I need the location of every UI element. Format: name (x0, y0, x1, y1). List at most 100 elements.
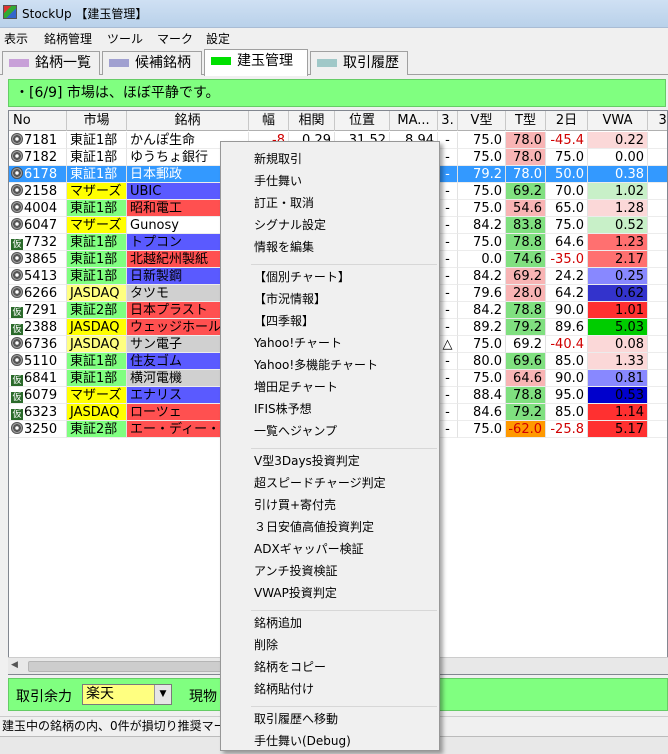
cell-no: 2158 (9, 183, 67, 200)
title-bar: StockUp 【建玉管理】 (0, 0, 668, 28)
cell-t: 78.0 (506, 166, 546, 183)
context-menu-item[interactable]: 新規取引 (254, 150, 302, 167)
col-3h[interactable]: 3H (648, 111, 667, 131)
cell-vwa: 1.14 (588, 404, 648, 421)
context-menu-item[interactable]: Yahoo!チャート (254, 334, 342, 351)
context-menu-item[interactable]: ADXギャッパー検証 (254, 540, 364, 557)
context-menu-item[interactable]: 取引履歴へ移動 (254, 710, 338, 727)
context-menu-item[interactable]: 訂正・取消 (254, 194, 314, 211)
position-icon (11, 252, 23, 264)
cell-market: JASDAQ (67, 404, 127, 421)
context-menu-item[interactable]: 超スピードチャージ判定 (254, 474, 386, 491)
cell-vwa: 1.01 (588, 302, 648, 319)
col-2day[interactable]: 2日 (546, 111, 588, 131)
cell-h3: 0 (648, 183, 667, 200)
col-market[interactable]: 市場 (67, 111, 127, 131)
context-menu-item[interactable]: V型3Days投資判定 (254, 452, 360, 469)
cell-no: 5110 (9, 353, 67, 370)
cell-d2: 85.0 (546, 404, 588, 421)
context-menu-item[interactable]: 手仕舞い(Debug) (254, 732, 351, 749)
col-soukan[interactable]: 相関 (289, 111, 335, 131)
tab-stock-list[interactable]: 銘柄一覧 (2, 51, 100, 75)
context-menu-item[interactable]: 【市況情報】 (254, 290, 326, 307)
cell-market: 東証1部 (67, 200, 127, 217)
cell-h3: 6 (648, 387, 667, 404)
context-menu-item[interactable]: 【個別チャート】 (254, 268, 350, 285)
context-menu-item[interactable]: 情報を編集 (254, 238, 314, 255)
stock-code: 5413 (24, 269, 58, 284)
tab-color-swatch (9, 59, 29, 67)
col-ma[interactable]: MA... (390, 111, 438, 131)
cell-d2: 89.6 (546, 319, 588, 336)
cell-t: 74.6 (506, 251, 546, 268)
col-haba[interactable]: 幅 (249, 111, 289, 131)
col-name[interactable]: 銘柄 (127, 111, 249, 131)
tab-candidates[interactable]: 候補銘柄 (102, 51, 202, 75)
col-vwa[interactable]: VWA (588, 111, 648, 131)
cell-t: -62.0 (506, 421, 546, 438)
app-icon (3, 5, 17, 19)
menu-view[interactable]: 表示 (4, 30, 28, 47)
context-menu-item[interactable]: ３日安値高値投資判定 (254, 518, 374, 535)
context-menu-item[interactable]: VWAP投資判定 (254, 584, 337, 601)
col-no[interactable]: No (9, 111, 67, 131)
menu-tools[interactable]: ツール (107, 30, 143, 47)
scroll-left-icon[interactable]: ◀ (11, 660, 18, 670)
cell-no: 6736 (9, 336, 67, 353)
cell-vwa: 1.02 (588, 183, 648, 200)
cell-vwa: 2.17 (588, 251, 648, 268)
window-title: StockUp 【建玉管理】 (22, 7, 148, 21)
context-menu-item[interactable]: 増田足チャート (254, 378, 338, 395)
chevron-down-icon[interactable]: ▼ (154, 685, 171, 704)
cell-three: - (438, 353, 458, 370)
scrollbar-thumb[interactable] (28, 661, 228, 672)
col-three[interactable]: 3. (438, 111, 458, 131)
context-menu-item[interactable]: Yahoo!多機能チャート (254, 356, 378, 373)
cell-v: 75.0 (458, 234, 506, 251)
tab-color-swatch (109, 59, 129, 67)
cell-market: 東証1部 (67, 268, 127, 285)
cell-d2: 85.0 (546, 353, 588, 370)
cell-h3: 1 (648, 302, 667, 319)
context-menu-item[interactable]: 一覧へジャンプ (254, 422, 337, 439)
context-menu-item[interactable]: 削除 (254, 636, 278, 653)
broker-select[interactable]: 楽天 ▼ (82, 684, 172, 705)
cell-d2: -25.8 (546, 421, 588, 438)
cell-d2: -40.4 (546, 336, 588, 353)
cell-three: - (438, 285, 458, 302)
col-v-type[interactable]: V型 (458, 111, 506, 131)
menu-settings[interactable]: 設定 (206, 30, 230, 47)
menu-mark[interactable]: マーク (157, 30, 193, 47)
stock-code: 4004 (24, 201, 58, 216)
cell-vwa: 1.28 (588, 200, 648, 217)
context-menu-item[interactable]: 引け買+寄付売 (254, 496, 336, 513)
context-menu-item[interactable]: 銘柄追加 (254, 614, 302, 631)
tab-bar: 銘柄一覧 候補銘柄 建玉管理 取引履歴 (0, 49, 668, 76)
menu-stock-management[interactable]: 銘柄管理 (44, 30, 92, 47)
cell-vwa: 0.22 (588, 132, 648, 149)
provisional-icon: 仮 (11, 392, 23, 403)
context-menu-item[interactable]: IFIS株予想 (254, 400, 312, 417)
tab-trade-history[interactable]: 取引履歴 (310, 51, 408, 75)
col-ichi[interactable]: 位置 (335, 111, 390, 131)
cell-market: 東証1部 (67, 251, 127, 268)
provisional-icon: 仮 (11, 409, 23, 420)
cell-market: 東証2部 (67, 421, 127, 438)
cell-d2: 65.0 (546, 200, 588, 217)
cell-d2: 64.6 (546, 234, 588, 251)
tab-position-management[interactable]: 建玉管理 (204, 49, 308, 76)
stock-code: 6323 (24, 405, 58, 420)
context-menu-item[interactable]: アンチ投資検証 (254, 562, 338, 579)
context-menu-item[interactable]: 【四季報】 (254, 312, 314, 329)
context-menu-item[interactable]: シグナル設定 (254, 216, 326, 233)
context-menu-item[interactable]: 銘柄をコピー (254, 658, 326, 675)
context-menu-item[interactable]: 手仕舞い (254, 172, 302, 189)
menu-separator (251, 448, 437, 449)
col-t-type[interactable]: T型 (506, 111, 546, 131)
context-menu-item[interactable]: 銘柄貼付け (254, 680, 314, 697)
cell-v: 89.2 (458, 319, 506, 336)
provisional-icon: 仮 (11, 239, 23, 250)
cell-no: 3250 (9, 421, 67, 438)
position-icon (11, 133, 23, 145)
cell-t: 69.2 (506, 336, 546, 353)
